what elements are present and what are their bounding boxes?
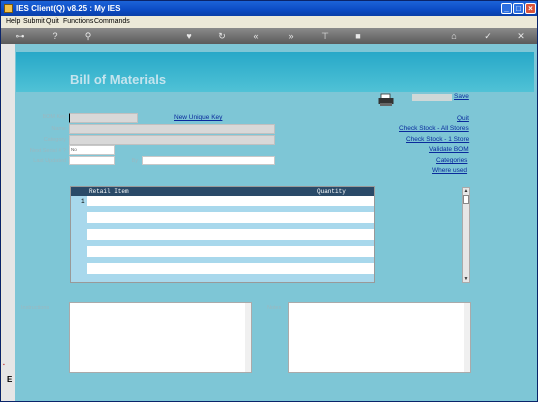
window-title: IES Client(Q) v8.25 : My IES: [16, 4, 121, 13]
scroll-up-icon[interactable]: ▲: [463, 188, 469, 194]
toolbar: ⊶ ? ⚲ ♥ ↻ « » ⊤ ■ ⌂ ✓ ✕: [1, 28, 537, 44]
notes-textarea[interactable]: [288, 302, 471, 373]
rewind-icon[interactable]: «: [250, 30, 262, 42]
bom-key-input[interactable]: [69, 113, 138, 123]
help-icon[interactable]: ?: [49, 30, 61, 42]
bom-items-grid: Retail Item Quantity 1: [70, 186, 375, 283]
quantity-column-header[interactable]: Quantity: [317, 188, 346, 195]
name-input[interactable]: [69, 124, 275, 134]
main-content: ▪ E Bill of Materials Save BOM Key New U…: [2, 44, 537, 401]
stop-icon[interactable]: ■: [352, 30, 364, 42]
notes-label: Notes: [267, 305, 282, 311]
side-strip: ▪ E: [2, 44, 15, 401]
page-header: Bill of Materials: [16, 52, 534, 92]
retail-item-column-header[interactable]: Retail Item: [89, 188, 129, 195]
instructions-scrollbar[interactable]: [245, 303, 251, 372]
save-link[interactable]: Save: [454, 93, 469, 100]
next-serial-label: Next Serial # ?: [29, 148, 66, 154]
where-used-link[interactable]: Where used: [432, 167, 467, 174]
search-icon[interactable]: ⚲: [82, 30, 94, 42]
menu-help[interactable]: Help: [6, 17, 20, 26]
next-serial-input[interactable]: No: [69, 145, 115, 155]
by-input[interactable]: [142, 156, 275, 165]
row-number: 1: [81, 198, 85, 205]
by-label: By: [131, 158, 138, 164]
grid-scrollbar[interactable]: ▲ ▼: [462, 187, 470, 283]
refresh-icon[interactable]: ↻: [216, 30, 228, 42]
forward-icon[interactable]: »: [285, 30, 297, 42]
category-label: Category: [43, 137, 66, 143]
scroll-thumb[interactable]: [463, 195, 469, 204]
key-icon[interactable]: ⊶: [11, 30, 29, 42]
grid-row[interactable]: [87, 206, 374, 212]
check-stock-one-link[interactable]: Check Stock - 1 Store: [406, 136, 469, 143]
pin-icon[interactable]: ⊤: [319, 30, 331, 42]
close-icon[interactable]: ✕: [515, 30, 527, 42]
maximize-button[interactable]: □: [513, 3, 524, 14]
grid-row[interactable]: [87, 240, 374, 246]
app-icon: [4, 4, 13, 13]
app-window: IES Client(Q) v8.25 : My IES _ □ × Help …: [0, 0, 538, 402]
new-unique-key-link[interactable]: New Unique Key: [174, 114, 222, 121]
bom-key-label: BOM Key: [42, 114, 66, 120]
instructions-label: Instructions: [21, 305, 50, 311]
home-icon[interactable]: ⌂: [448, 30, 460, 42]
grid-header: Retail Item Quantity: [71, 187, 374, 196]
categories-link[interactable]: Categories: [436, 157, 467, 164]
instructions-textarea[interactable]: [69, 302, 252, 373]
next-serial-value: No: [71, 147, 77, 152]
check-icon[interactable]: ✓: [482, 30, 494, 42]
validate-bom-link[interactable]: Validate BOM: [429, 146, 469, 153]
side-strip-marker: ▪: [3, 362, 5, 368]
name-label: Name: [51, 126, 66, 132]
scroll-down-icon[interactable]: ▼: [463, 276, 469, 282]
check-stock-all-link[interactable]: Check Stock - All Stores: [399, 125, 469, 132]
menu-commands[interactable]: Commands: [94, 17, 130, 26]
quit-link[interactable]: Quit: [457, 115, 469, 122]
menu-quit[interactable]: Quit: [46, 17, 59, 26]
grid-row[interactable]: [87, 257, 374, 263]
title-bar: IES Client(Q) v8.25 : My IES _ □ ×: [1, 1, 537, 16]
printer-icon[interactable]: [378, 93, 394, 107]
close-window-button[interactable]: ×: [525, 3, 536, 14]
row-number-column: [71, 196, 87, 282]
grid-row[interactable]: [87, 274, 374, 282]
minimize-button[interactable]: _: [501, 3, 512, 14]
last-updated-label: Last Updated: [33, 158, 66, 164]
menu-functions[interactable]: Functions: [63, 17, 93, 26]
side-strip-icon[interactable]: E: [7, 375, 12, 384]
save-field: [412, 94, 452, 101]
notes-scrollbar[interactable]: [464, 303, 470, 372]
menu-submit[interactable]: Submit: [23, 17, 45, 26]
grid-row[interactable]: [87, 223, 374, 229]
category-input[interactable]: [69, 135, 275, 145]
heart-icon[interactable]: ♥: [183, 30, 195, 42]
page-title: Bill of Materials: [70, 72, 167, 87]
menu-bar: Help Submit Quit Functions Commands: [1, 16, 537, 27]
